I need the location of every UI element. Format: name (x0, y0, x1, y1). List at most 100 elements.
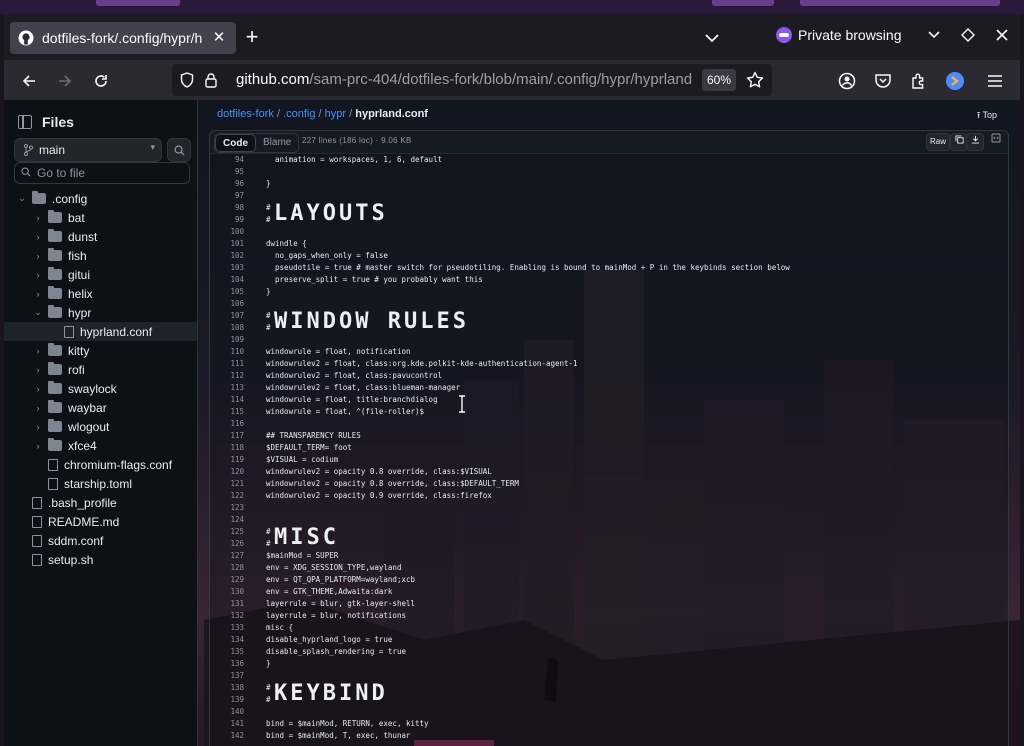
tree-folder[interactable]: › rofi (4, 360, 197, 379)
reload-button[interactable] (88, 68, 114, 94)
tree-file[interactable]: chromium-flags.conf (4, 455, 197, 474)
chevron-down-icon[interactable]: ⌄ (32, 307, 44, 319)
line-number[interactable]: 105 (210, 287, 244, 296)
line-number[interactable]: 131 (210, 599, 244, 608)
line-number[interactable]: 111 (210, 359, 244, 368)
tree-file[interactable]: setup.sh (4, 550, 197, 569)
line-number[interactable]: 110 (210, 347, 244, 356)
line-number[interactable]: 119 (210, 455, 244, 464)
line-number[interactable]: 129 (210, 575, 244, 584)
raw-button[interactable]: Raw (926, 133, 950, 151)
maximize-button[interactable] (956, 26, 980, 50)
chevron-right-icon[interactable]: › (32, 212, 44, 224)
lock-icon[interactable] (204, 72, 218, 93)
back-button[interactable] (16, 68, 42, 94)
tree-file[interactable]: sddm.conf (4, 531, 197, 550)
breadcrumb-repo[interactable]: dotfiles-fork (217, 108, 274, 120)
breadcrumb-config[interactable]: .config (283, 108, 315, 120)
line-number[interactable]: 112 (210, 371, 244, 380)
tree-folder[interactable]: › kitty (4, 341, 197, 360)
tree-folder[interactable]: › helix (4, 284, 197, 303)
line-number[interactable]: 128 (210, 563, 244, 572)
line-number[interactable]: 141 (210, 719, 244, 728)
tree-file[interactable]: .bash_profile (4, 493, 197, 512)
line-number[interactable]: 139 (210, 695, 244, 704)
line-number[interactable]: 137 (210, 671, 244, 680)
chevron-right-icon[interactable]: › (32, 269, 44, 281)
line-number[interactable]: 117 (210, 431, 244, 440)
line-number[interactable]: 142 (210, 731, 244, 740)
breadcrumb-hypr[interactable]: hypr (325, 108, 346, 120)
search-button[interactable] (167, 138, 191, 162)
line-number[interactable]: 115 (210, 407, 244, 416)
chevron-right-icon[interactable]: › (32, 250, 44, 262)
line-number[interactable]: 99 (210, 215, 244, 224)
tree-file[interactable]: README.md (4, 512, 197, 531)
chevron-right-icon[interactable]: › (32, 231, 44, 243)
chevron-right-icon[interactable]: › (32, 288, 44, 300)
chevron-right-icon[interactable]: › (32, 440, 44, 452)
collapse-sidebar-icon[interactable] (18, 115, 32, 129)
shield-icon[interactable] (180, 72, 194, 93)
line-number[interactable]: 125 (210, 527, 244, 536)
close-tab-icon[interactable]: ✕ (210, 29, 228, 47)
url-text[interactable]: github.com/sam-prc-404/dotfiles-fork/blo… (236, 71, 692, 88)
close-window-button[interactable] (990, 26, 1014, 50)
extension-button[interactable] (942, 68, 968, 94)
tree-folder[interactable]: › dunst (4, 227, 197, 246)
line-number[interactable]: 106 (210, 299, 244, 308)
forward-button[interactable] (52, 68, 78, 94)
line-number[interactable]: 108 (210, 323, 244, 332)
line-number[interactable]: 133 (210, 623, 244, 632)
list-tabs-button[interactable] (700, 26, 724, 50)
symbols-button[interactable] (988, 133, 1004, 149)
go-to-file-field[interactable] (14, 162, 190, 184)
line-number[interactable]: 96 (210, 179, 244, 188)
tab-blame[interactable]: Blame (256, 134, 298, 152)
tree-folder[interactable]: ⌄ hypr (4, 303, 197, 322)
line-number[interactable]: 135 (210, 647, 244, 656)
line-number[interactable]: 109 (210, 335, 244, 344)
line-number[interactable]: 120 (210, 467, 244, 476)
branch-selector[interactable]: main ▾ (14, 138, 162, 162)
line-number[interactable]: 102 (210, 251, 244, 260)
chevron-right-icon[interactable]: › (32, 383, 44, 395)
account-button[interactable] (834, 68, 860, 94)
active-tab[interactable]: dotfiles-fork/.config/hypr/hyprland.conf… (10, 22, 236, 54)
line-number[interactable]: 103 (210, 263, 244, 272)
new-tab-button[interactable]: + (240, 26, 264, 50)
app-menu-button[interactable] (982, 68, 1008, 94)
tree-folder[interactable]: › xfce4 (4, 436, 197, 455)
line-number[interactable]: 126 (210, 539, 244, 548)
line-number[interactable]: 136 (210, 659, 244, 668)
line-number[interactable]: 104 (210, 275, 244, 284)
chevron-right-icon[interactable]: › (32, 421, 44, 433)
tree-folder[interactable]: ⌄ .config (4, 189, 197, 208)
chevron-down-icon[interactable]: ⌄ (16, 193, 28, 205)
download-button[interactable] (966, 133, 984, 151)
tree-folder[interactable]: › swaylock (4, 379, 197, 398)
line-number[interactable]: 101 (210, 239, 244, 248)
line-number[interactable]: 122 (210, 491, 244, 500)
tree-file[interactable]: hyprland.conf (4, 322, 197, 341)
zoom-indicator[interactable]: 60% (702, 69, 736, 91)
top-link[interactable]: ⭱ Top (977, 108, 997, 124)
extensions-button[interactable] (906, 68, 932, 94)
line-number[interactable]: 130 (210, 587, 244, 596)
line-number[interactable]: 113 (210, 383, 244, 392)
line-number[interactable]: 95 (210, 167, 244, 176)
tab-code[interactable]: Code (215, 134, 256, 152)
line-number[interactable]: 107 (210, 311, 244, 320)
pocket-button[interactable] (870, 68, 896, 94)
line-number[interactable]: 98 (210, 203, 244, 212)
tree-folder[interactable]: › waybar (4, 398, 197, 417)
window-menu-button[interactable] (922, 26, 946, 50)
tree-folder[interactable]: › gitui (4, 265, 197, 284)
line-number[interactable]: 132 (210, 611, 244, 620)
line-number[interactable]: 94 (210, 155, 244, 164)
line-number[interactable]: 134 (210, 635, 244, 644)
line-number[interactable]: 127 (210, 551, 244, 560)
line-number[interactable]: 97 (210, 191, 244, 200)
tree-folder[interactable]: › bat (4, 208, 197, 227)
chevron-right-icon[interactable]: › (32, 402, 44, 414)
